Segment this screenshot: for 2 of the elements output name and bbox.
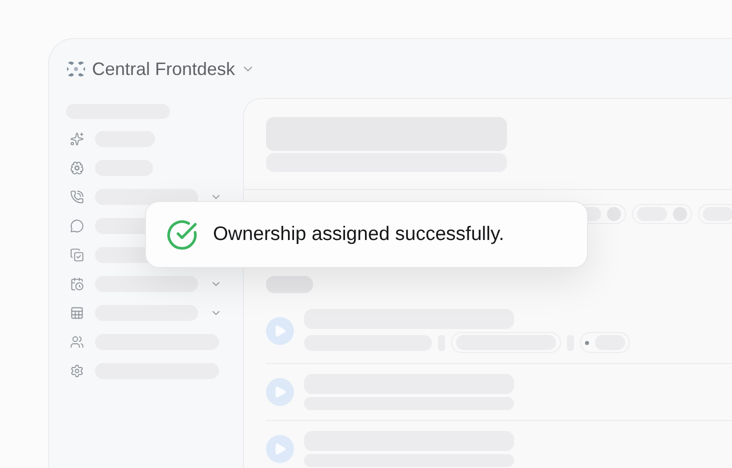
workspace-title: Central Frontdesk xyxy=(92,58,236,80)
toast-message: Ownership assigned successfully. xyxy=(213,223,504,246)
